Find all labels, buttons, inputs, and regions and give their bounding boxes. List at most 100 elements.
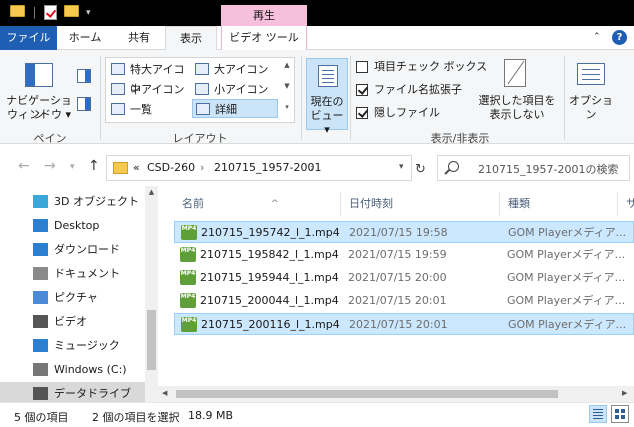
new-folder-icon[interactable] bbox=[64, 5, 79, 17]
column-header-name[interactable]: 名前 ^ bbox=[174, 192, 341, 216]
scroll-left-icon[interactable]: ◀ bbox=[162, 389, 167, 397]
address-history-icon[interactable]: ▾ bbox=[399, 162, 404, 172]
details-pane-icon[interactable] bbox=[77, 97, 91, 111]
file-row[interactable]: MP4 210715_200116_l_1.mp4 2021/07/15 20:01… bbox=[174, 313, 634, 335]
small-icons-icon bbox=[195, 83, 209, 95]
file-row[interactable]: MP4 210715_200044_l_1.mp4 2021/07/15 20:01… bbox=[174, 290, 634, 312]
context-tab-playback: 再生 bbox=[221, 5, 307, 26]
navigation-pane-button[interactable]: ナビゲーション ウィンドウ ▾ bbox=[4, 54, 74, 124]
file-date: 2021/07/15 20:01 bbox=[348, 294, 447, 307]
breadcrumb-separator-icon[interactable]: › bbox=[310, 161, 314, 174]
layout-details[interactable]: 詳細 bbox=[192, 99, 278, 118]
up-arrow-icon[interactable]: ↑ bbox=[88, 158, 100, 174]
scroll-right-icon[interactable]: ▶ bbox=[622, 389, 627, 397]
file-type: GOM Playerメディア... bbox=[507, 294, 626, 307]
details-view-icon[interactable] bbox=[589, 405, 607, 423]
layout-medium-icons[interactable]: 中アイコン bbox=[108, 80, 192, 99]
column-header-type[interactable]: 種類 bbox=[500, 192, 618, 216]
drive-icon bbox=[33, 363, 48, 376]
column-header-date[interactable]: 日付時刻 bbox=[341, 192, 500, 216]
file-name: 210715_195742_l_1.mp4 bbox=[201, 226, 340, 239]
current-view-label: 現在の bbox=[310, 95, 344, 108]
layout-label: 一覧 bbox=[130, 103, 152, 116]
layout-extra-large-icons[interactable]: 特大アイコン bbox=[108, 60, 192, 95]
file-extensions-checkbox[interactable] bbox=[356, 84, 368, 96]
divider bbox=[564, 56, 565, 140]
customize-toolbar-icon[interactable]: ▾ bbox=[86, 8, 95, 18]
back-arrow-icon[interactable]: ← bbox=[18, 158, 30, 174]
scroll-up-icon[interactable]: ▲ bbox=[282, 61, 292, 69]
pictures-icon bbox=[33, 291, 48, 304]
column-label: サ bbox=[626, 197, 634, 210]
hide-selected-button[interactable]: 選択した項目を 表示しない bbox=[474, 54, 560, 126]
nav-item-label: ミュージック bbox=[54, 339, 120, 352]
hidden-items-checkbox[interactable] bbox=[356, 107, 368, 119]
nav-item-label: Desktop bbox=[54, 219, 100, 232]
tab-view[interactable]: 表示 bbox=[165, 26, 217, 51]
horizontal-scroll-thumb[interactable] bbox=[176, 390, 558, 398]
breadcrumb-item[interactable]: 210715_1957-2001 bbox=[214, 161, 321, 174]
help-icon[interactable]: ? bbox=[612, 30, 627, 45]
folder-icon[interactable] bbox=[10, 5, 25, 17]
nav-item[interactable]: データドライブ (D:) bbox=[0, 382, 150, 402]
refresh-icon[interactable]: ↻ bbox=[415, 162, 426, 177]
tab-home[interactable]: ホーム bbox=[57, 26, 113, 50]
list-icon bbox=[111, 103, 125, 115]
layout-small-icons[interactable]: 小アイコン bbox=[192, 80, 278, 99]
divider bbox=[301, 56, 302, 140]
layout-list[interactable]: 一覧 bbox=[108, 100, 192, 119]
properties-icon[interactable] bbox=[44, 5, 57, 20]
documents-icon bbox=[33, 267, 48, 280]
breadcrumb-item[interactable]: CSD-260 bbox=[147, 161, 195, 174]
tab-file[interactable]: ファイル bbox=[0, 26, 57, 50]
nav-item[interactable]: Windows (C:) bbox=[0, 358, 150, 382]
breadcrumb-overflow[interactable]: « bbox=[133, 161, 140, 174]
nav-item[interactable]: Desktop bbox=[0, 214, 150, 238]
nav-scroll-thumb[interactable] bbox=[147, 310, 156, 370]
minimize-ribbon-icon[interactable]: ⌃ bbox=[593, 32, 603, 42]
nav-scrollbar[interactable]: ▲ bbox=[145, 186, 158, 402]
selection-size: 18.9 MB bbox=[188, 409, 234, 422]
breadcrumb-separator-icon[interactable]: › bbox=[200, 161, 204, 174]
file-row[interactable]: MP4 210715_195944_l_1.mp4 2021/07/15 20:00… bbox=[174, 267, 634, 289]
nav-item[interactable]: ピクチャ bbox=[0, 286, 150, 310]
file-row[interactable]: MP4 210715_195742_l_1.mp4 2021/07/15 19:58… bbox=[174, 221, 634, 243]
scroll-up-icon[interactable]: ▲ bbox=[147, 188, 156, 196]
file-type: GOM Playerメディア... bbox=[508, 318, 627, 331]
preview-pane-icon[interactable] bbox=[77, 69, 91, 83]
nav-item[interactable]: ダウンロード bbox=[0, 238, 150, 262]
tab-video-tools[interactable]: ビデオ ツール bbox=[221, 26, 307, 50]
layout-gallery: 特大アイコン 大アイコン 中アイコン 小アイコン 一覧 詳細 ▲ ▼ ▾ bbox=[105, 57, 295, 123]
recent-locations-icon[interactable]: ▾ bbox=[70, 162, 75, 172]
column-header-size[interactable]: サ bbox=[618, 192, 634, 216]
hidden-items-toggle[interactable]: 隠しファイル bbox=[356, 104, 440, 122]
nav-item[interactable]: ミュージック bbox=[0, 334, 150, 358]
large-icons-view-icon[interactable] bbox=[611, 405, 629, 423]
forward-arrow-icon[interactable]: → bbox=[44, 158, 56, 174]
nav-item[interactable]: ビデオ bbox=[0, 310, 150, 334]
item-checkboxes-checkbox[interactable] bbox=[356, 61, 368, 73]
expand-gallery-icon[interactable]: ▾ bbox=[282, 103, 292, 111]
file-row[interactable]: MP4 210715_195842_l_1.mp4 2021/07/15 19:59… bbox=[174, 244, 634, 266]
nav-item[interactable]: ドキュメント bbox=[0, 262, 150, 286]
nav-item[interactable]: 3D オブジェクト bbox=[0, 190, 150, 214]
horizontal-scrollbar[interactable]: ◀ ▶ bbox=[158, 386, 634, 402]
tab-share[interactable]: 共有 bbox=[113, 26, 165, 50]
file-type: GOM Playerメディア... bbox=[508, 226, 627, 239]
navigation-pane: 3D オブジェクト Desktop ダウンロード ドキュメント ピクチャ ビデオミュージッ… bbox=[0, 186, 158, 402]
scroll-down-icon[interactable]: ▼ bbox=[282, 82, 292, 90]
layout-large-icons[interactable]: 大アイコン bbox=[192, 60, 278, 79]
desktop-icon bbox=[33, 219, 48, 232]
item-checkboxes-toggle[interactable]: 項目チェック ボックス bbox=[356, 58, 487, 76]
options-button[interactable]: オプション bbox=[566, 54, 616, 121]
search-box[interactable]: 210715_1957-2001の検索 bbox=[437, 155, 630, 181]
file-extensions-toggle[interactable]: ファイル名拡張子 bbox=[356, 81, 462, 99]
selection-count: 2 個の項目を選択 bbox=[92, 411, 180, 424]
file-date: 2021/07/15 20:01 bbox=[349, 318, 448, 331]
mp4-file-icon: MP4 bbox=[180, 270, 196, 285]
current-view-button[interactable]: 現在の ビュー ▾ bbox=[306, 58, 348, 136]
file-name: 210715_200116_l_1.mp4 bbox=[201, 318, 340, 331]
column-label: 名前 bbox=[182, 197, 204, 210]
address-bar[interactable]: « CSD-260 › 210715_1957-2001 › ▾ bbox=[106, 155, 412, 181]
divider bbox=[100, 56, 101, 140]
